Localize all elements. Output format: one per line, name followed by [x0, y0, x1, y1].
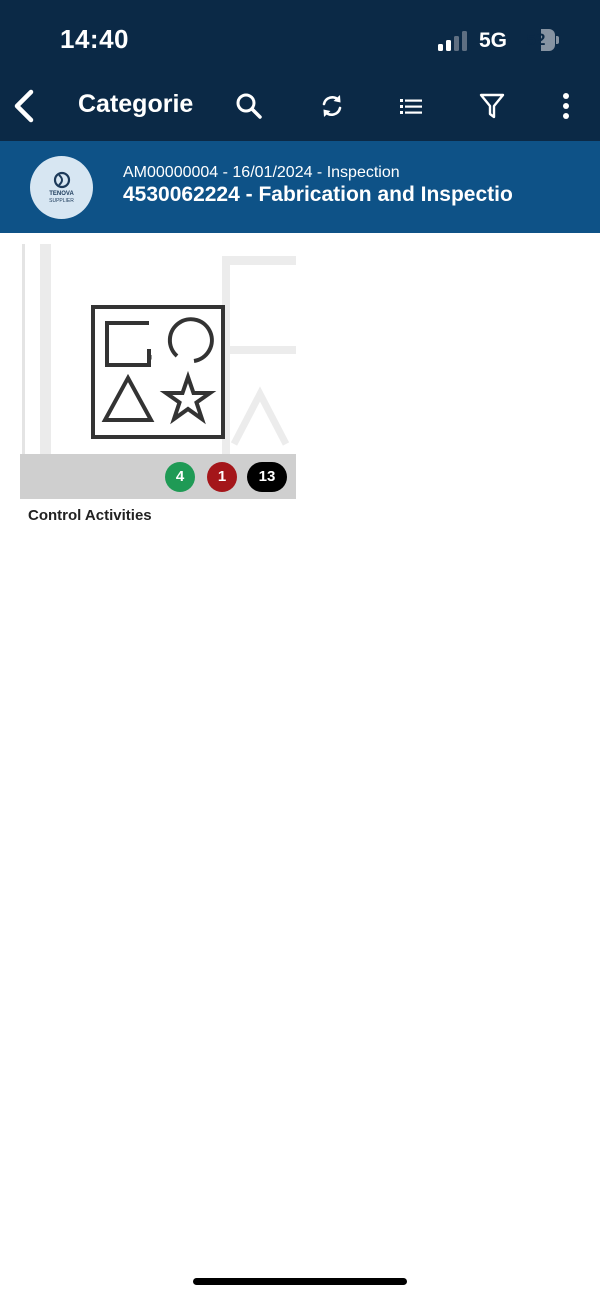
filter-icon	[479, 93, 505, 119]
more-icon	[563, 93, 569, 119]
order-subtitle: AM00000004 - 16/01/2024 - Inspection	[123, 164, 400, 181]
status-time: 14:40	[60, 24, 129, 54]
sync-icon	[322, 95, 342, 117]
home-indicator	[193, 1278, 407, 1285]
search-icon	[236, 93, 262, 119]
avatar-line1: TENOVA	[49, 191, 74, 197]
list-icon	[400, 99, 422, 114]
badge-completed: 4	[165, 462, 195, 492]
network-type: 5G	[479, 29, 508, 52]
back-icon	[14, 89, 34, 123]
search-button[interactable]	[229, 86, 269, 126]
badge-total: 13	[247, 462, 287, 492]
supplier-avatar: TENOVA SUPPLIER	[30, 156, 93, 219]
page-title: Categorie	[78, 90, 194, 118]
battery-level: 52	[526, 30, 546, 49]
shapes-icon	[91, 305, 225, 439]
tenova-logo-icon	[53, 171, 70, 189]
avatar-line2: SUPPLIER	[49, 198, 74, 204]
more-button[interactable]	[546, 86, 586, 126]
category-label[interactable]: Control Activities	[28, 507, 152, 524]
top-bar: 14:40 5G Categorie	[0, 0, 600, 141]
filter-button[interactable]	[472, 86, 512, 126]
badge-failed: 1	[207, 462, 237, 492]
category-card[interactable]: 4 1 13	[20, 244, 296, 499]
list-button[interactable]	[391, 86, 431, 126]
signal-icon	[438, 31, 468, 51]
order-title: 4530062224 - Fabrication and Inspectio	[123, 183, 513, 206]
back-button[interactable]	[4, 86, 44, 126]
sync-button[interactable]	[312, 86, 352, 126]
battery-nub	[556, 36, 559, 44]
order-header: TENOVA SUPPLIER AM00000004 - 16/01/2024 …	[0, 141, 600, 233]
